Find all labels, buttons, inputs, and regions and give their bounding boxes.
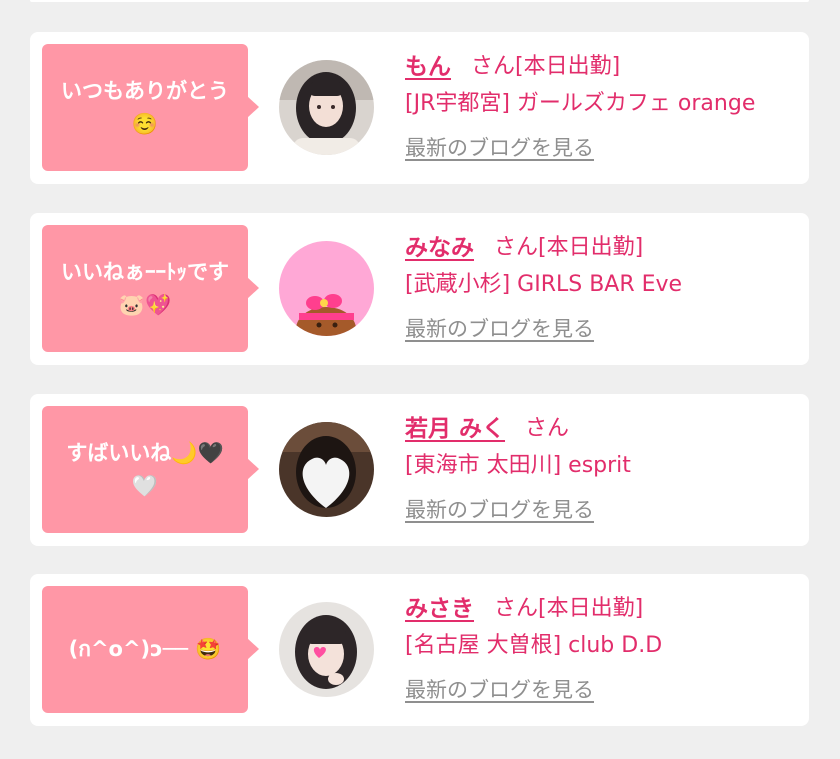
honorific: さん [525, 416, 570, 441]
cast-name-link[interactable]: みさき [405, 589, 474, 623]
latest-blog-link[interactable]: 最新のブログを見る [405, 124, 594, 164]
latest-blog-link[interactable]: 最新のブログを見る [405, 666, 594, 706]
attendance-status: [本日出勤] [538, 235, 644, 260]
attendance-status: [本日出勤] [538, 596, 644, 621]
cast-name-link[interactable]: みなみ [405, 228, 474, 262]
cast-avatar[interactable] [279, 60, 374, 155]
comment-bubble: (ก^o^)ɔ── 🤩 [42, 586, 259, 713]
latest-blog-link[interactable]: 最新のブログを見る [405, 486, 594, 526]
honorific: さん [494, 596, 539, 621]
honorific: さん [494, 235, 539, 260]
cast-card: いいねぁｰｰﾄｯです 🐷💖 みなみ さん [本日出勤] [武蔵小杉] GIRLS… [30, 213, 809, 365]
shop-name[interactable]: [JR宇都宮] ガールズカフェ orange [405, 84, 800, 124]
comment-bubble: いつもありがとう ☺️ [42, 44, 259, 171]
cast-card: (ก^o^)ɔ── 🤩 みさき さん [本日出勤] [名古屋 大曽根] club… [30, 574, 809, 726]
heart-covered-avatar-icon [279, 422, 374, 517]
avatar-photo-icon [279, 60, 374, 155]
cast-avatar[interactable] [279, 241, 374, 336]
shop-name[interactable]: [名古屋 大曽根] club D.D [405, 626, 800, 666]
avatar-photo-icon [279, 602, 374, 697]
cast-avatar[interactable] [279, 422, 374, 517]
comment-bubble: すばいいね🌙🖤 🤍 [42, 406, 259, 533]
comment-bubble: いいねぁｰｰﾄｯです 🐷💖 [42, 225, 259, 352]
honorific: さん [471, 54, 516, 79]
latest-blog-link[interactable]: 最新のブログを見る [405, 305, 594, 345]
previous-card-edge [30, 0, 809, 2]
cast-card: いつもありがとう ☺️ もん さん [本日出勤] [JR宇都宮] ガールズカフェ… [30, 32, 809, 184]
shop-name[interactable]: [武蔵小杉] GIRLS BAR Eve [405, 265, 800, 305]
shop-name[interactable]: [東海市 太田川] esprit [405, 446, 800, 486]
cat-character-avatar-icon [279, 241, 374, 336]
cast-card: すばいいね🌙🖤 🤍 若月 みく さん [東海市 太田川] esprit 最新のブ… [30, 394, 809, 546]
attendance-status: [本日出勤] [515, 54, 621, 79]
cast-avatar[interactable] [279, 602, 374, 697]
cast-name-link[interactable]: 若月 みく [405, 409, 505, 443]
cast-name-link[interactable]: もん [405, 47, 451, 81]
